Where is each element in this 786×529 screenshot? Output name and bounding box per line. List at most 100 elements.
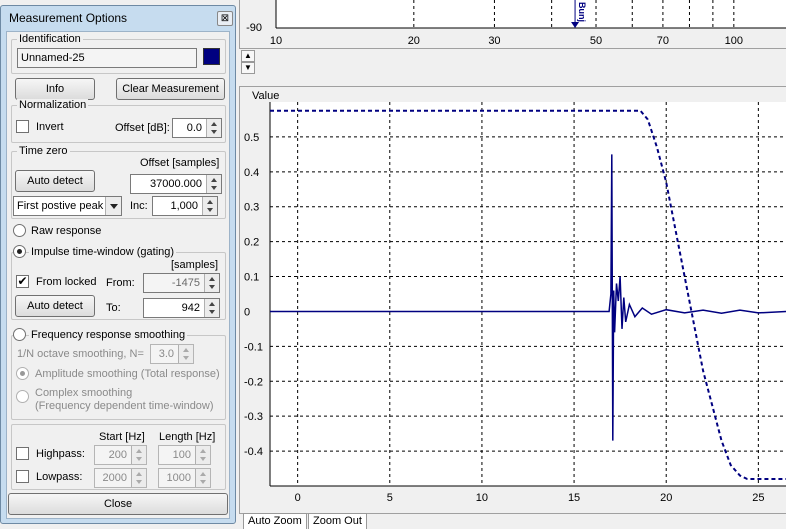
identification-legend: Identification	[17, 33, 83, 46]
octave-smoothing-input[interactable]: 3.0	[150, 344, 194, 364]
gating-unit-label: [samples]	[171, 259, 219, 271]
chart-main-plot-area	[270, 102, 786, 486]
y-tick-label: 0.4	[244, 167, 259, 179]
x-tick-label: 15	[568, 492, 580, 504]
octave-smoothing-label: 1/N octave smoothing, N=	[17, 348, 144, 360]
from-label: From:	[106, 277, 135, 289]
lowpass-checkbox[interactable]	[16, 470, 29, 483]
y-tick-label: -0.3	[244, 411, 263, 423]
y-tick-label: 0	[244, 306, 250, 318]
inc-label: Inc:	[130, 200, 148, 212]
gating-auto-detect-button[interactable]: Auto detect	[15, 295, 95, 317]
window-close-button[interactable]: ⊠	[217, 11, 233, 26]
lowpass-start-input[interactable]: 2000	[94, 468, 147, 488]
y-tick-label: 0.3	[244, 202, 259, 214]
smoothing-radio[interactable]	[13, 328, 26, 341]
y-tick-label: -0.1	[244, 341, 263, 353]
y-tick-label: -0.4	[244, 446, 263, 458]
x-tick-label: 10	[476, 492, 488, 504]
x-tick-label: 0	[295, 492, 301, 504]
lowpass-label: Lowpass:	[36, 471, 83, 483]
measurement-name-field[interactable]: Unnamed-25	[17, 48, 197, 68]
highpass-length-spinner[interactable]	[195, 446, 210, 464]
gating-radio[interactable]	[13, 245, 26, 258]
gating-label: Impulse time-window (gating)	[29, 245, 177, 259]
raw-response-radio[interactable]	[13, 224, 26, 237]
normalization-legend: Normalization	[17, 99, 89, 112]
octave-smoothing-value: 3.0	[158, 348, 174, 360]
lowpass-length-value: 1000	[166, 472, 191, 484]
lowpass-length-spinner[interactable]	[195, 469, 210, 487]
highpass-start-input[interactable]: 200	[94, 445, 147, 465]
gating-to-spinner[interactable]	[204, 299, 219, 317]
gating-to-value: 942	[181, 302, 200, 314]
clear-measurement-button[interactable]: Clear Measurement	[116, 78, 225, 100]
offset-db-spinner[interactable]	[206, 119, 221, 137]
inc-value: 1,000	[170, 200, 198, 212]
to-label: To:	[106, 302, 121, 314]
impulse-chart-svg[interactable]: Value 0 5 10 15 20 25 0.5 0.4 0.3 0.2 0.1 0 -0.1 -0.2 -…	[240, 87, 786, 513]
y-tick-label: 0.1	[244, 272, 259, 284]
scroll-down-button[interactable]: ▼	[241, 62, 255, 74]
gating-to-input[interactable]: 942	[143, 298, 220, 318]
highpass-length-value: 100	[172, 449, 191, 461]
octave-smoothing-spinner[interactable]	[178, 345, 193, 363]
offset-samples-label: Offset [samples]	[140, 157, 220, 169]
highpass-start-spinner[interactable]	[131, 446, 146, 464]
close-button[interactable]: Close	[8, 493, 228, 515]
freq-tick-label: 50	[590, 35, 602, 47]
frequency-chart-svg[interactable]: 10 20 30 50 70 100 -90 Bunj	[240, 0, 786, 48]
inc-spinner[interactable]	[202, 197, 217, 215]
offset-db-label: Offset [dB]:	[115, 122, 170, 134]
gating-from-input[interactable]: -1475	[143, 273, 220, 293]
from-locked-checkbox[interactable]: ✔	[16, 275, 29, 288]
amplitude-smoothing-label: Amplitude smoothing (Total response)	[35, 368, 220, 380]
chevron-down-icon	[105, 197, 121, 215]
highpass-label: Highpass:	[36, 448, 85, 460]
frequency-response-chart[interactable]: 10 20 30 50 70 100 -90 Bunj	[239, 0, 786, 49]
offset-db-input[interactable]: 0.0	[172, 118, 222, 138]
lowpass-start-value: 2000	[102, 472, 127, 484]
complex-smoothing-radio[interactable]	[16, 390, 29, 403]
y-tick-label: -0.2	[244, 376, 263, 388]
impulse-response-chart[interactable]: Value 0 5 10 15 20 25 0.5 0.4 0.3 0.2 0.1 0 -0.1 -0.2 -…	[239, 86, 786, 514]
offset-db-value: 0.0	[186, 122, 202, 134]
marker-label: Bunj	[577, 2, 587, 22]
measurement-color-swatch[interactable]	[203, 48, 220, 65]
complex-smoothing-label: Complex smoothing	[35, 387, 133, 399]
freq-tick-label: 20	[408, 35, 420, 47]
highpass-length-input[interactable]: 100	[158, 445, 211, 465]
info-button[interactable]: Info	[15, 78, 95, 100]
freq-tick-label: 70	[657, 35, 669, 47]
complex-smoothing-sublabel: (Frequency dependent time-window)	[35, 400, 214, 412]
time-zero-mode-value: First postive peak	[17, 200, 104, 212]
lowpass-start-spinner[interactable]	[131, 469, 146, 487]
invert-label: Invert	[36, 121, 64, 133]
x-tick-label: 25	[752, 492, 764, 504]
raw-response-label: Raw response	[31, 225, 102, 237]
gating-from-spinner[interactable]	[204, 274, 219, 292]
scroll-up-button[interactable]: ▲	[241, 50, 255, 62]
x-tick-label: 5	[387, 492, 393, 504]
time-zero-auto-detect-button[interactable]: Auto detect	[15, 170, 95, 192]
lowpass-length-input[interactable]: 1000	[158, 468, 211, 488]
inc-input[interactable]: 1,000	[152, 196, 218, 216]
freq-tick-label: 10	[270, 35, 282, 47]
start-hz-header: Start [Hz]	[99, 431, 145, 443]
chart-top-plot-area	[276, 0, 786, 28]
gating-from-value: -1475	[171, 277, 200, 289]
smoothing-label: Frequency response smoothing	[29, 328, 188, 342]
time-zero-offset-spinner[interactable]	[206, 175, 221, 193]
freq-tick-label: 100	[725, 35, 743, 47]
y-axis-label: Value	[252, 90, 279, 102]
highpass-checkbox[interactable]	[16, 447, 29, 460]
time-zero-legend: Time zero	[17, 145, 70, 158]
from-locked-label: From locked	[36, 276, 97, 288]
time-zero-mode-select[interactable]: First postive peak	[13, 196, 122, 216]
amplitude-smoothing-radio[interactable]	[16, 367, 29, 380]
y-tick-label: 0.5	[244, 132, 259, 144]
time-zero-offset-input[interactable]: 37000.000	[130, 174, 222, 194]
invert-checkbox[interactable]	[16, 120, 29, 133]
y-tick-label: 0.2	[244, 237, 259, 249]
highpass-start-value: 200	[108, 449, 127, 461]
